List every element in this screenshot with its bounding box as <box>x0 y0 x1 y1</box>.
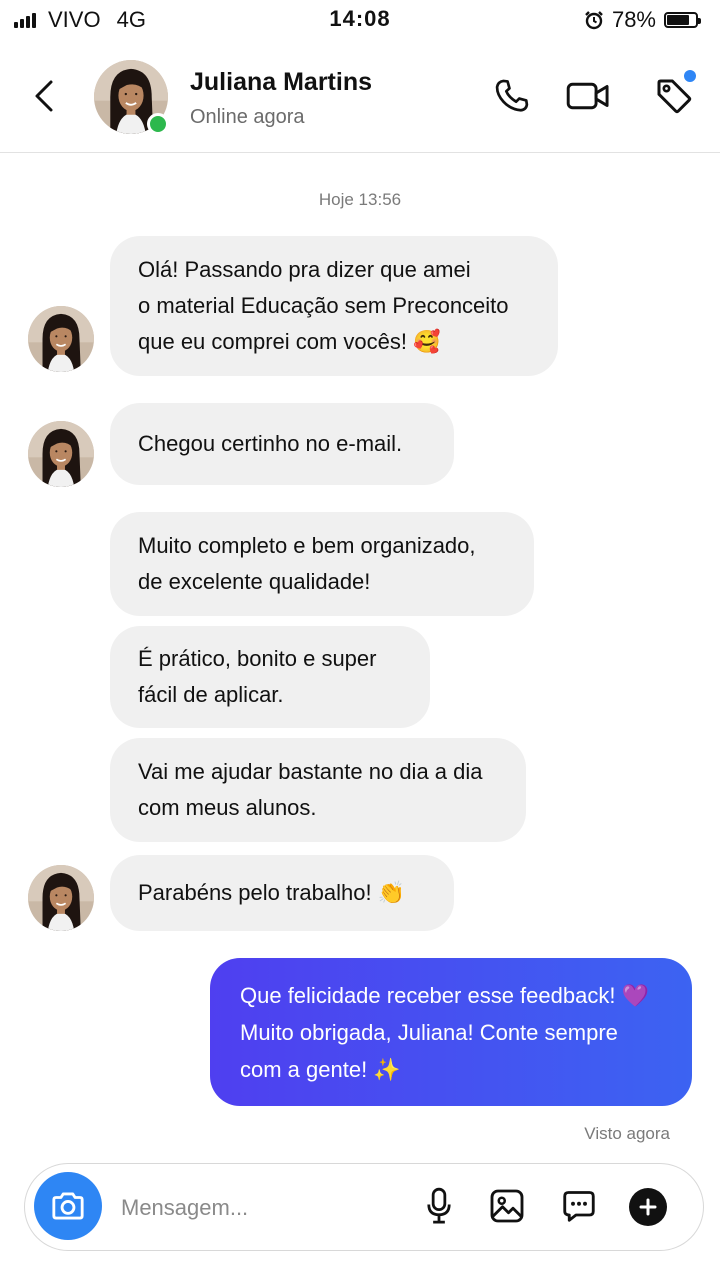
status-bar: VIVO 4G 14:08 78% <box>0 0 720 40</box>
message-line: Chegou certinho no e-mail. <box>138 431 403 456</box>
message-line: com a gente! ✨ <box>240 1056 401 1082</box>
message-line: Parabéns pelo trabalho! 👏 <box>138 880 406 905</box>
plus-icon <box>639 1198 657 1216</box>
sticker-icon <box>563 1191 595 1222</box>
sticker-button[interactable] <box>559 1186 599 1226</box>
message-line: Muito completo e bem organizado, <box>138 533 476 558</box>
gallery-button[interactable] <box>487 1186 527 1226</box>
phone-icon <box>495 79 529 112</box>
message-line: Que felicidade receber esse feedback! 💜 <box>240 982 649 1008</box>
camera-button[interactable] <box>34 1172 102 1240</box>
seen-status: Visto agora <box>584 1124 670 1143</box>
notification-dot <box>684 70 696 82</box>
message-line: o material Educação sem Preconceito <box>138 293 509 318</box>
back-button[interactable] <box>26 74 62 118</box>
call-button[interactable] <box>490 74 534 118</box>
chat-timestamp: Hoje 13:56 <box>318 190 402 209</box>
message-line: com meus alunos. <box>138 795 317 820</box>
message-line: de excelente qualidade! <box>138 569 371 594</box>
tag-icon <box>657 79 692 114</box>
video-call-button[interactable] <box>566 74 610 118</box>
tag-button[interactable] <box>652 70 696 118</box>
incoming-message[interactable]: Chegou certinho no e-mail. <box>110 403 454 485</box>
voice-button[interactable] <box>419 1186 459 1226</box>
incoming-message[interactable]: Parabéns pelo trabalho! 👏 <box>110 855 454 931</box>
alarm-icon <box>585 11 603 30</box>
image-icon <box>490 1189 524 1223</box>
message-line: É prático, bonito e super <box>138 646 377 671</box>
add-button[interactable] <box>629 1188 667 1226</box>
incoming-message[interactable]: Muito completo e bem organizado, de exce… <box>110 512 534 616</box>
contact-name[interactable]: Juliana Martins <box>190 68 372 97</box>
incoming-message[interactable]: Vai me ajudar bastante no dia a dia com … <box>110 738 526 842</box>
online-indicator <box>147 113 169 135</box>
incoming-message[interactable]: Olá! Passando pra dizer que amei o mater… <box>110 236 558 376</box>
back-icon <box>35 80 53 112</box>
microphone-icon <box>427 1187 451 1224</box>
sender-avatar[interactable] <box>28 421 94 487</box>
message-line: Vai me ajudar bastante no dia a dia <box>138 759 483 784</box>
chat-header: Juliana Martins Online agora <box>0 40 720 153</box>
battery-percent: 78% <box>611 7 656 32</box>
message-line: Olá! Passando pra dizer que amei <box>138 257 471 282</box>
status-right: 78% <box>584 7 701 33</box>
camera-icon <box>52 1192 84 1220</box>
message-line: Muito obrigada, Juliana! Conte sempre <box>240 1019 618 1045</box>
message-composer <box>24 1163 704 1251</box>
sender-avatar[interactable] <box>28 865 94 931</box>
message-input[interactable] <box>121 1190 401 1226</box>
incoming-message[interactable]: É prático, bonito e super fácil de aplic… <box>110 626 430 728</box>
contact-status: Online agora <box>190 106 305 128</box>
message-line: que eu comprei com vocês! 🥰 <box>138 329 441 354</box>
message-line: fácil de aplicar. <box>138 682 284 707</box>
video-icon <box>566 82 609 110</box>
sender-avatar[interactable] <box>28 306 94 372</box>
battery-icon <box>664 12 701 28</box>
outgoing-message[interactable]: Que felicidade receber esse feedback! 💜 … <box>210 958 692 1106</box>
